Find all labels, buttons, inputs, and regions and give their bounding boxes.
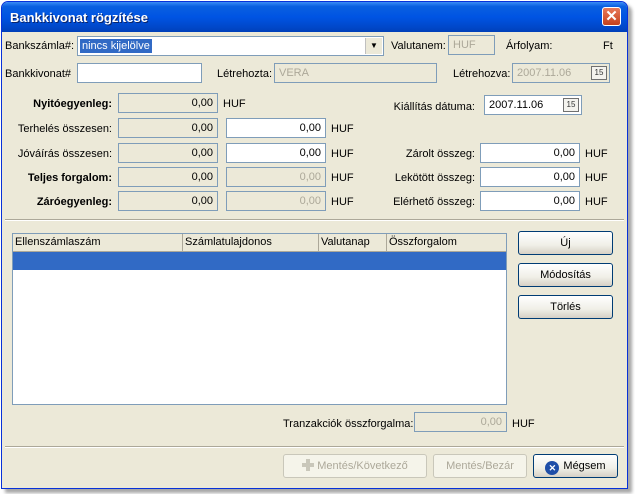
transactions-total-value: 0,00 bbox=[414, 412, 507, 432]
transactions-grid[interactable]: Ellenszámlaszám Számlatulajdonos Valutan… bbox=[12, 233, 507, 405]
elerheto-label: Elérhető összeg: bbox=[393, 196, 475, 208]
close-icon: ✕ bbox=[605, 8, 618, 25]
valutanem-field: HUF bbox=[448, 35, 495, 55]
save-close-button: Mentés/Bezár bbox=[433, 454, 527, 478]
terheles-input[interactable]: 0,00 bbox=[226, 118, 326, 138]
footer-divider bbox=[5, 446, 624, 448]
zaro-value: 0,00 bbox=[118, 191, 218, 211]
window-title: Bankkivonat rögzítése bbox=[10, 10, 148, 25]
transactions-total-currency: HUF bbox=[512, 418, 535, 430]
table-row-selected[interactable] bbox=[13, 252, 506, 270]
terheles-value: 0,00 bbox=[118, 118, 218, 138]
save-next-label: Mentés/Következő bbox=[317, 460, 408, 472]
grid-column-header[interactable]: Összforgalom bbox=[387, 234, 506, 251]
chevron-down-icon[interactable]: ▼ bbox=[365, 38, 382, 54]
calendar-icon: 15 bbox=[591, 66, 607, 80]
zarolt-input[interactable]: 0,00 bbox=[480, 143, 580, 163]
modify-button[interactable]: Módosítás bbox=[518, 263, 613, 287]
jovairas-value: 0,00 bbox=[118, 143, 218, 163]
teljes-input: 0,00 bbox=[226, 167, 326, 187]
zaro-currency: HUF bbox=[331, 196, 354, 208]
lekotott-label: Lekötött összeg: bbox=[394, 172, 475, 184]
kiallitas-value: 2007.11.06 bbox=[489, 99, 544, 111]
nyito-value: 0,00 bbox=[118, 93, 218, 113]
lekotott-currency: HUF bbox=[585, 172, 608, 184]
jovairas-input[interactable]: 0,00 bbox=[226, 143, 326, 163]
arfolyam-label: Árfolyam: bbox=[506, 40, 553, 52]
bankkivonat-label: Bankkivonat# bbox=[5, 68, 72, 80]
kiallitas-label: Kiállítás dátuma: bbox=[393, 101, 475, 113]
bankszamla-label: Bankszámla#: bbox=[5, 40, 75, 52]
calendar-icon[interactable]: 15 bbox=[563, 98, 579, 112]
teljes-value: 0,00 bbox=[118, 167, 218, 187]
teljes-currency: HUF bbox=[331, 172, 354, 184]
bankszamla-selected-value: nincs kijelölve bbox=[80, 39, 152, 53]
zaro-label: Záróegyenleg: bbox=[36, 196, 112, 208]
zarolt-label: Zárolt összeg: bbox=[405, 148, 475, 160]
teljes-label: Teljes forgalom: bbox=[27, 172, 112, 184]
kiallitas-input[interactable]: 2007.11.06 15 bbox=[484, 95, 582, 115]
cancel-button[interactable]: ✕ Mégsem bbox=[533, 454, 618, 478]
grid-column-header[interactable]: Valutanap bbox=[319, 234, 387, 251]
letrehozva-label: Létrehozva: bbox=[453, 68, 511, 80]
bankszamla-select[interactable]: nincs kijelölve ▼ bbox=[77, 36, 384, 56]
save-next-button: Mentés/Következő bbox=[283, 454, 427, 478]
zaro-input: 0,00 bbox=[226, 191, 326, 211]
title-bar[interactable]: Bankkivonat rögzítése ✕ bbox=[2, 2, 627, 32]
letrehozva-field: 2007.11.06 15 bbox=[512, 63, 610, 83]
jovairas-label: Jóváírás összesen: bbox=[17, 148, 112, 160]
elerheto-currency: HUF bbox=[585, 196, 608, 208]
plus-icon bbox=[302, 457, 315, 471]
nyito-currency: HUF bbox=[223, 98, 246, 110]
zarolt-currency: HUF bbox=[585, 148, 608, 160]
new-button[interactable]: Új bbox=[518, 231, 613, 255]
letrehozta-field: VERA bbox=[274, 63, 437, 83]
bankkivonat-input[interactable] bbox=[77, 63, 202, 83]
arfolyam-value: Ft bbox=[603, 40, 613, 52]
cancel-label: Mégsem bbox=[563, 460, 606, 472]
grid-column-header[interactable]: Számlatulajdonos bbox=[183, 234, 319, 251]
grid-header: Ellenszámlaszám Számlatulajdonos Valutan… bbox=[13, 234, 506, 252]
section-divider bbox=[5, 219, 624, 221]
letrehozta-label: Létrehozta: bbox=[217, 68, 273, 80]
terheles-currency: HUF bbox=[331, 123, 354, 135]
nyito-label: Nyitóegyenleg: bbox=[33, 98, 112, 110]
cancel-icon: ✕ bbox=[545, 461, 560, 475]
dialog-window: Bankkivonat rögzítése ✕ Bankszámla#: nin… bbox=[1, 1, 628, 489]
delete-button[interactable]: Törlés bbox=[518, 295, 613, 319]
elerheto-input[interactable]: 0,00 bbox=[480, 191, 580, 211]
terheles-label: Terhelés összesen: bbox=[17, 123, 112, 135]
transactions-total-label: Tranzakciók összforgalma: bbox=[283, 418, 414, 430]
close-button[interactable]: ✕ bbox=[602, 7, 621, 26]
valutanem-label: Valutanem: bbox=[391, 40, 446, 52]
lekotott-input[interactable]: 0,00 bbox=[480, 167, 580, 187]
letrehozva-value: 2007.11.06 bbox=[517, 67, 572, 79]
grid-column-header[interactable]: Ellenszámlaszám bbox=[13, 234, 183, 251]
jovairas-currency: HUF bbox=[331, 148, 354, 160]
